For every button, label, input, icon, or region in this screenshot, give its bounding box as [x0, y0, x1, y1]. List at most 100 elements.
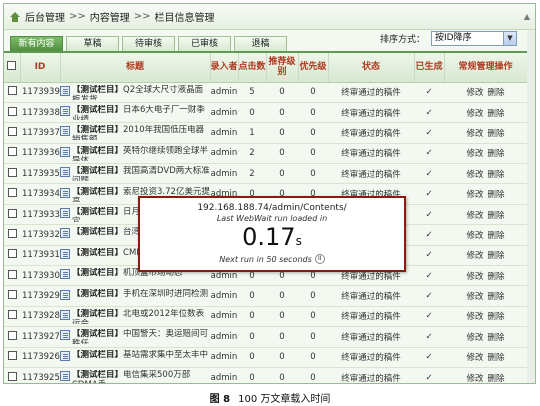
scroll-up-icon[interactable]: ▲ [522, 12, 532, 22]
row-checkbox[interactable] [7, 228, 17, 238]
edit-link[interactable]: 修改 [466, 353, 483, 363]
row-title[interactable]: 【测试栏目】中国警天：奥运赔间可胜任 [60, 326, 210, 348]
row-checkbox[interactable] [7, 106, 17, 116]
row-checkbox[interactable] [7, 208, 17, 218]
row-checkbox[interactable] [7, 371, 17, 381]
row-checkbox[interactable] [7, 310, 17, 320]
sort-select[interactable]: 按ID降序 ▼ [431, 31, 517, 46]
select-all-header[interactable] [4, 53, 21, 83]
tab-pending[interactable]: 待审核 [122, 36, 175, 51]
delete-link[interactable]: 删除 [488, 129, 505, 139]
row-checkbox[interactable] [7, 147, 17, 157]
delete-link[interactable]: 删除 [488, 109, 505, 119]
row-checkbox[interactable] [7, 167, 17, 177]
edit-link[interactable]: 修改 [466, 231, 483, 241]
edit-link[interactable]: 修改 [466, 129, 483, 139]
row-checkbox[interactable] [7, 351, 17, 361]
row-column-tag: 【测试栏目】 [72, 145, 124, 156]
delete-link[interactable]: 删除 [488, 292, 505, 302]
row-actions: 修改 删除 [444, 245, 527, 267]
edit-link[interactable]: 修改 [466, 149, 483, 159]
row-checkbox[interactable] [7, 269, 17, 279]
row-title-text[interactable]: 基站需求集中至太丰中 [123, 350, 208, 360]
row-select[interactable] [4, 367, 20, 383]
row-hits: 1 [238, 122, 266, 144]
edit-link[interactable]: 修改 [466, 190, 483, 200]
row-title[interactable]: 【测试栏目】手机在深圳时进同检测 [60, 285, 210, 307]
row-title[interactable]: 【测试栏目】Q2全球大尺寸液晶面板发货 [60, 82, 210, 103]
row-title[interactable]: 【测试栏目】日本6大电子厂一财季业绩 [60, 102, 210, 124]
delete-link[interactable]: 删除 [488, 333, 505, 343]
row-select[interactable] [4, 347, 20, 368]
row-title[interactable]: 【测试栏目】我国高清DVD两大标准问题 [60, 163, 210, 185]
document-icon [60, 350, 70, 361]
row-checkbox[interactable] [7, 290, 17, 300]
row-title-text[interactable]: 手机在深圳时进同检测 [123, 289, 208, 299]
row-checkbox[interactable] [7, 86, 17, 96]
row-title[interactable]: 【测试栏目】北电或2012年位数表运会 [60, 306, 210, 328]
edit-link[interactable]: 修改 [466, 312, 483, 322]
row-status: 终审通过的稿件 [328, 347, 414, 368]
delete-link[interactable]: 删除 [488, 251, 505, 261]
row-author: admin [210, 143, 238, 165]
document-icon [60, 248, 70, 259]
row-select[interactable] [4, 82, 20, 103]
delete-link[interactable]: 删除 [488, 231, 505, 241]
row-status: 终审通过的稿件 [328, 102, 414, 124]
row-title[interactable]: 【测试栏目】基站需求集中至太丰中 [60, 347, 210, 368]
edit-link[interactable]: 修改 [466, 272, 483, 282]
row-select[interactable] [4, 265, 20, 287]
delete-link[interactable]: 删除 [488, 374, 505, 383]
row-generated-check-icon: ✓ [414, 347, 444, 368]
tab-all[interactable]: 新有内容 [10, 36, 63, 51]
row-title[interactable]: 【测试栏目】电信集采500万部CDMA手 [60, 367, 210, 383]
row-checkbox[interactable] [7, 330, 17, 340]
edit-link[interactable]: 修改 [466, 88, 483, 98]
edit-link[interactable]: 修改 [466, 170, 483, 180]
row-select[interactable] [4, 204, 20, 226]
breadcrumb-item-content[interactable]: 内容管理 [90, 9, 130, 24]
row-actions: 修改 删除 [444, 326, 527, 348]
edit-link[interactable]: 修改 [466, 251, 483, 261]
delete-link[interactable]: 删除 [488, 190, 505, 200]
select-all-checkbox[interactable] [7, 61, 17, 71]
vertical-scrollbar[interactable] [527, 30, 535, 383]
row-checkbox[interactable] [7, 126, 17, 136]
delete-link[interactable]: 删除 [488, 211, 505, 221]
edit-link[interactable]: 修改 [466, 109, 483, 119]
delete-link[interactable]: 删除 [488, 272, 505, 282]
pause-icon[interactable]: II [314, 254, 325, 264]
edit-link[interactable]: 修改 [466, 374, 483, 383]
row-select[interactable] [4, 163, 20, 185]
figure-text: 100 万文章载入时间 [238, 394, 331, 405]
breadcrumb-item-admin[interactable]: 后台管理 [25, 9, 65, 24]
row-actions: 修改 删除 [444, 143, 527, 165]
delete-link[interactable]: 删除 [488, 149, 505, 159]
row-select[interactable] [4, 326, 20, 348]
tab-rejected[interactable]: 退稿 [234, 36, 287, 51]
row-select[interactable] [4, 143, 20, 165]
row-hits: 0 [238, 326, 266, 348]
row-select[interactable] [4, 285, 20, 307]
row-select[interactable] [4, 122, 20, 144]
edit-link[interactable]: 修改 [466, 333, 483, 343]
tab-approved[interactable]: 已审核 [178, 36, 231, 51]
row-select[interactable] [4, 306, 20, 328]
row-select[interactable] [4, 102, 20, 124]
tab-drafts[interactable]: 草稿 [66, 36, 119, 51]
delete-link[interactable]: 删除 [488, 170, 505, 180]
chevron-down-icon[interactable]: ▼ [503, 32, 516, 45]
row-checkbox[interactable] [7, 249, 17, 259]
row-select[interactable] [4, 183, 20, 205]
delete-link[interactable]: 删除 [488, 353, 505, 363]
delete-link[interactable]: 删除 [488, 88, 505, 98]
edit-link[interactable]: 修改 [466, 211, 483, 221]
row-author: admin [210, 122, 238, 144]
row-select[interactable] [4, 224, 20, 246]
row-select[interactable] [4, 245, 20, 267]
row-title[interactable]: 【测试栏目】2010年我国低压电器销售额 [60, 122, 210, 144]
row-title[interactable]: 【测试栏目】英特尔继续领跑全球半导体 [60, 143, 210, 165]
delete-link[interactable]: 删除 [488, 312, 505, 322]
row-checkbox[interactable] [7, 188, 17, 198]
edit-link[interactable]: 修改 [466, 292, 483, 302]
